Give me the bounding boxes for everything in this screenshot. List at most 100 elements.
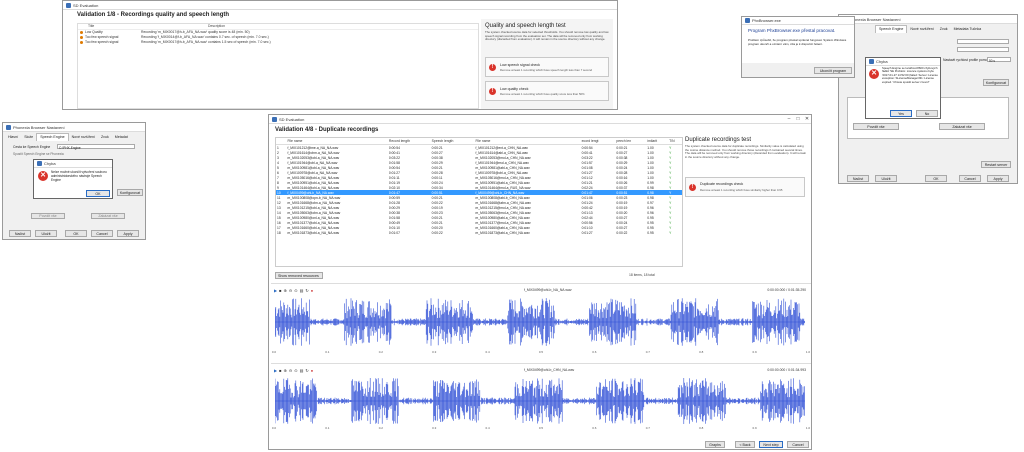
table-row[interactable]: 9 m_MIX101464@ohl-a_NA_NA.wav 0:02:10 0:00:… — [276, 185, 682, 190]
close-icon[interactable]: ✕ — [803, 115, 811, 123]
footer-button[interactable]: Načíst — [847, 175, 869, 182]
stop-icon[interactable]: ■ — [279, 368, 281, 373]
error-dialog-left: Chyba ✕ Nelze možné ukončit vytvoření so… — [33, 159, 113, 199]
error-dialog-text: Nelze možné ukončit vytvoření souboru ad… — [51, 170, 107, 182]
zoom-fit-icon[interactable]: ⊙ — [294, 288, 297, 293]
table-row[interactable]: 15 m_MIX100980@onl-a_NA_NA.wav 0:01:58 0:00… — [276, 215, 682, 220]
loop-icon[interactable]: ↻ — [305, 368, 308, 373]
spectrogram-icon[interactable]: ▤ — [300, 288, 304, 293]
settings-tab[interactable]: Nové rozšíření — [907, 26, 936, 33]
waveform-1[interactable] — [275, 296, 805, 348]
settings-tab[interactable]: Hlavní — [5, 134, 21, 141]
table-row[interactable]: 14 m_MIX105063@obn-a_NA_NA.wav 0:00:38 0:00… — [276, 210, 682, 215]
loop-icon[interactable]: ↻ — [305, 288, 308, 293]
record-icon[interactable]: ● — [311, 368, 313, 373]
show-removed-button[interactable]: Show removed resources — [275, 272, 323, 279]
minimize-icon[interactable]: – — [785, 115, 793, 123]
settings-tab[interactable]: Zvuk — [98, 134, 112, 141]
right-field-1[interactable] — [957, 39, 1009, 44]
table-row[interactable]: 2 f_MIX101614@ohm-a_NA_NA.wav 0:00:41 0:00:… — [276, 150, 682, 155]
footer-button[interactable]: OK — [65, 230, 87, 237]
restart-server-button[interactable]: Restart server — [981, 161, 1011, 168]
footer-button[interactable]: Apply — [987, 175, 1009, 182]
play-icon[interactable]: ▶ — [274, 368, 277, 373]
allow-all-button[interactable]: Povolit vše — [31, 213, 65, 219]
zoom-in-icon[interactable]: ⊕ — [284, 288, 287, 293]
footer-button[interactable]: Cancel — [959, 175, 981, 182]
table-cell: 0:00:22 — [431, 230, 443, 235]
duplicate-panel-text: The system checked source data for dupli… — [685, 144, 807, 159]
footer-button[interactable]: Uložit — [875, 175, 897, 182]
wave1-filename: f_MIX0499@ohl-b_NA_NA.wav — [524, 288, 572, 292]
footer-button[interactable]: Uložit — [35, 230, 57, 237]
table-row[interactable]: 13 m_MIX101215@obl-a_NA_NA.wav 0:00:29 0:00… — [276, 205, 682, 210]
settings-button-right[interactable]: Konfigurovat — [117, 189, 143, 196]
table-row[interactable]: 16 m_MIX101377@obl-a_NA_NA.wav 0:00:49 0:00… — [276, 220, 682, 225]
deny-all-right-button[interactable]: Zakázat vše — [939, 123, 985, 130]
warning-icon — [80, 41, 83, 44]
graphs-button[interactable]: Graphs — [705, 441, 725, 448]
table-row[interactable]: 17 m_MIX101660@obl-a_NA_NA.wav 0:01:10 0:00… — [276, 225, 682, 230]
wave2-filename: f_MIX0499@ohl-b_CHN_NA.wav — [524, 368, 575, 372]
table-row[interactable]: 8 m_MIX100951@obl-a_NA_NA.wav 0:01:19 0:00:… — [276, 180, 682, 185]
record-icon[interactable]: ● — [311, 288, 313, 293]
allow-all-right-button[interactable]: Povolit vše — [853, 123, 899, 130]
maximize-icon[interactable]: □ — [794, 115, 802, 123]
error-ok-button[interactable]: OK — [86, 190, 110, 197]
warning-icon: ! — [689, 184, 696, 191]
stop-icon[interactable]: ■ — [279, 288, 281, 293]
table-row[interactable]: 1 f_MIX101212@ime-a_NA_NA.wav 0:00:54 0:00:… — [276, 145, 682, 151]
footer-button[interactable]: Apply — [117, 230, 139, 237]
zoom-in-icon[interactable]: ⊕ — [284, 368, 287, 373]
settings-tab[interactable]: Speech Engine — [875, 25, 908, 33]
table-row[interactable]: 12 m_MIX101668@obn-a_NA_NA.wav 0:01:28 0:00… — [276, 200, 682, 205]
url-label: Cesta ke Speech Engine — [13, 145, 51, 149]
settings-tab[interactable]: Speech Engine — [36, 133, 69, 141]
waveform-2[interactable] — [275, 376, 805, 426]
settings-tab[interactable]: Nové rozšíření — [69, 134, 98, 141]
zoom-fit-icon[interactable]: ⊙ — [294, 368, 297, 373]
table-row[interactable]: 7 m_MIX105016@obl-a_NA_NA.wav 0:01:11 0:00:… — [276, 175, 682, 180]
table-row[interactable]: 3 m_MIX102053@obl-a_NA_NA.wav 0:03:22 0:00:… — [276, 155, 682, 160]
yes-button[interactable]: Yes — [890, 110, 912, 117]
settings-tab[interactable]: Metadat — [112, 134, 131, 141]
zoom-out-icon[interactable]: ⊖ — [289, 368, 292, 373]
axis-tick: 0.8 — [699, 350, 704, 354]
url-field[interactable]: C:\PHX-Engine — [57, 144, 135, 150]
profile-field[interactable]: 50 s — [987, 57, 1011, 63]
wave1-axis: 0.0 0.1 0.2 0.3 0.4 0.5 0.6 0.7 0.8 0.9 1.0 — [272, 350, 810, 355]
col-description: Description — [208, 24, 225, 28]
spectrogram-icon[interactable]: ▤ — [300, 368, 304, 373]
show-removed-label: Show removed resources — [278, 274, 319, 278]
axis-tick: 0.8 — [699, 426, 704, 430]
footer-button[interactable]: Cancel — [91, 230, 113, 237]
footer-button[interactable]: OK — [925, 175, 947, 182]
right-field-2[interactable] — [957, 47, 1009, 52]
stopped-titlebar: PhxBrowser.exe — [742, 17, 854, 25]
zoom-out-icon[interactable]: ⊖ — [289, 288, 292, 293]
quality-row[interactable]: Too few speech signal Recording 'm_MIX001… — [78, 40, 478, 45]
configure-right-button[interactable]: Konfigurovat — [983, 79, 1009, 86]
play-icon[interactable]: ▶ — [274, 288, 277, 293]
axis-tick: 1.0 — [805, 426, 811, 430]
duplicate-heading: Validation 4/8 - Duplicate recordings — [275, 127, 379, 133]
table-row[interactable]: 6 f_MIX100978@ohl-a_NA_NA.wav 0:01:27 0:00:… — [276, 170, 682, 175]
footer-button[interactable]: Načíst — [9, 230, 31, 237]
table-row[interactable]: 18 m_MIX101873@obl-a_NA_NA.wav 0:01:07 0:00… — [276, 230, 682, 235]
close-program-button[interactable]: Ukončit program — [814, 67, 852, 74]
back-button[interactable]: < Back — [735, 441, 755, 448]
settings-window-right: Phonexia Browser Nastavení Speech Engine… — [838, 14, 1018, 184]
axis-tick: 0.9 — [752, 426, 757, 430]
settings-tab[interactable]: Slože — [21, 134, 36, 141]
table-row[interactable]: 11 m_MIX100808@opn-b_NA_NA.wav 0:00:59 0:00… — [276, 195, 682, 200]
cancel-button[interactable]: Cancel — [787, 441, 809, 448]
table-row[interactable]: 4 f_MIX101944@ohl-a_NA_NA.wav 0:01:58 0:00:… — [276, 160, 682, 165]
profile-label: Nastavit rychlost profile pomocí — [943, 58, 991, 62]
deny-all-button[interactable]: Zakázat vše — [91, 213, 125, 219]
table-row[interactable]: 5 m_MIX100981@obl-a_NA_NA.wav 0:00:54 0:00:… — [276, 165, 682, 170]
settings-tab[interactable]: Metadata Tučnka — [951, 26, 985, 33]
duplicate-alert: ! Duplicate recordings check Remove at l… — [685, 177, 805, 197]
no-button[interactable]: No — [916, 110, 938, 117]
settings-tab[interactable]: Zvuk — [937, 26, 951, 33]
next-step-button[interactable]: Next step — [759, 441, 783, 448]
